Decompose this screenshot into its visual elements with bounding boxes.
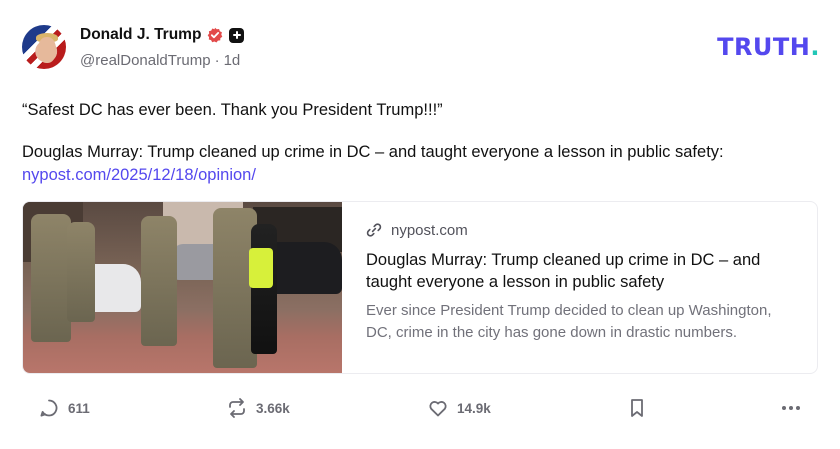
post-link[interactable]: nypost.com/2025/12/18/opinion/ [22,166,256,184]
reply-icon [40,399,58,417]
avatar[interactable] [22,25,66,69]
post-time[interactable]: 1d [224,52,241,69]
avatar-face [38,37,56,63]
reply-count: 611 [68,400,90,416]
verified-badge-icon [208,27,223,43]
separator: · [214,52,220,69]
image-safety-vest [249,248,273,288]
image-person [31,214,71,342]
like-icon [429,401,447,417]
card-description: Ever since President Trump decided to cl… [366,302,772,341]
post-body-text: Douglas Murray: Trump cleaned up crime i… [22,143,724,161]
logo-text: TRUTH [717,33,811,61]
more-button[interactable] [780,397,802,419]
image-person [67,222,95,322]
action-bar: 611 3.66k 14.9k [22,397,818,423]
bookmark-button[interactable] [626,397,648,419]
bookmark-icon [631,399,643,417]
image-person [251,224,277,354]
like-count: 14.9k [457,400,491,416]
logo-dot: . [810,33,820,61]
link-preview-card[interactable]: nypost.com Douglas Murray: Trump cleaned… [22,201,818,374]
reply-button[interactable]: 611 [38,397,90,419]
post-body: Douglas Murray: Trump cleaned up crime i… [22,141,822,187]
like-button[interactable]: 14.9k [427,397,491,419]
post-quote: “Safest DC has ever been. Thank you Pres… [22,101,443,119]
card-image [23,202,342,373]
handle-row: @realDonaldTrump · 1d [80,52,240,69]
image-person [141,216,177,346]
card-domain-row: nypost.com [366,220,797,240]
card-title[interactable]: Douglas Murray: Trump cleaned up crime i… [366,249,797,293]
card-text: nypost.com Douglas Murray: Trump cleaned… [342,202,817,373]
handle[interactable]: @realDonaldTrump [80,52,211,69]
truth-logo[interactable]: TRUTH. [717,33,820,61]
card-domain: nypost.com [391,221,468,239]
retruth-icon [229,398,245,418]
retruth-button[interactable]: 3.66k [226,397,290,419]
name-row: Donald J. Trump [80,24,245,46]
more-icon [782,406,800,410]
link-icon [366,223,382,237]
retruth-count: 3.66k [256,400,290,416]
display-name[interactable]: Donald J. Trump [80,26,201,44]
plus-badge-icon [229,27,245,43]
